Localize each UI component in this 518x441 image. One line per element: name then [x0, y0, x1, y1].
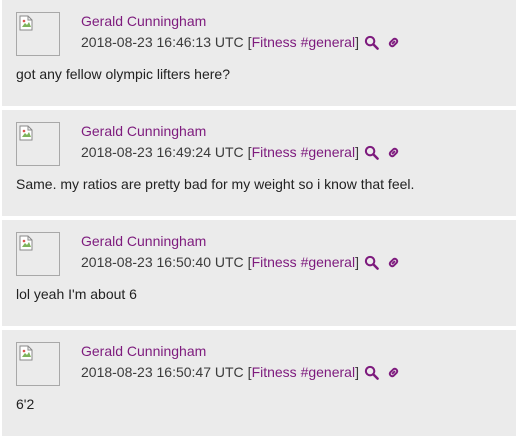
message-post: Gerald Cunningham 2018-08-23 16:49:24 UT…: [2, 110, 516, 216]
avatar[interactable]: [16, 232, 60, 276]
channel-link[interactable]: Fitness #general: [252, 253, 356, 271]
message-body: Same. my ratios are pretty bad for my we…: [16, 176, 415, 192]
broken-image-icon: [19, 235, 33, 251]
channel-link[interactable]: Fitness #general: [252, 33, 356, 51]
channel-link[interactable]: Fitness #general: [252, 363, 356, 381]
avatar[interactable]: [16, 122, 60, 166]
message-post: Gerald Cunningham 2018-08-23 16:46:13 UT…: [2, 0, 516, 106]
avatar[interactable]: [16, 12, 60, 56]
link-icon[interactable]: [385, 33, 403, 51]
message-meta: 2018-08-23 16:50:40 UTC [ Fitness #gener…: [81, 253, 403, 271]
search-icon[interactable]: [363, 253, 381, 271]
link-icon[interactable]: [385, 253, 403, 271]
link-icon[interactable]: [385, 143, 403, 161]
search-icon[interactable]: [363, 363, 381, 381]
broken-image-icon: [19, 345, 33, 361]
timestamp: 2018-08-23 16:50:47 UTC: [81, 364, 244, 380]
message-body: lol yeah I'm about 6: [16, 286, 137, 302]
channel-close-bracket: ]: [355, 144, 359, 160]
channel-close-bracket: ]: [355, 254, 359, 270]
message-post: Gerald Cunningham 2018-08-23 16:50:40 UT…: [2, 220, 516, 326]
link-icon[interactable]: [385, 363, 403, 381]
message-meta: 2018-08-23 16:50:47 UTC [ Fitness #gener…: [81, 363, 403, 381]
author-name[interactable]: Gerald Cunningham: [81, 232, 206, 250]
search-icon[interactable]: [363, 143, 381, 161]
channel-link[interactable]: Fitness #general: [252, 143, 356, 161]
message-feed: Gerald Cunningham 2018-08-23 16:46:13 UT…: [0, 0, 518, 441]
message-post: Gerald Cunningham 2018-08-23 16:50:47 UT…: [2, 330, 516, 436]
timestamp: 2018-08-23 16:49:24 UTC: [81, 144, 244, 160]
broken-image-icon: [19, 125, 33, 141]
message-meta: 2018-08-23 16:49:24 UTC [ Fitness #gener…: [81, 143, 403, 161]
message-body: 6'2: [16, 396, 35, 412]
message-meta: 2018-08-23 16:46:13 UTC [ Fitness #gener…: [81, 33, 403, 51]
avatar[interactable]: [16, 342, 60, 386]
timestamp: 2018-08-23 16:46:13 UTC: [81, 34, 244, 50]
author-name[interactable]: Gerald Cunningham: [81, 122, 206, 140]
channel-close-bracket: ]: [355, 364, 359, 380]
broken-image-icon: [19, 15, 33, 31]
author-name[interactable]: Gerald Cunningham: [81, 12, 206, 30]
author-name[interactable]: Gerald Cunningham: [81, 342, 206, 360]
message-body: got any fellow olympic lifters here?: [16, 66, 230, 82]
channel-close-bracket: ]: [355, 34, 359, 50]
timestamp: 2018-08-23 16:50:40 UTC: [81, 254, 244, 270]
search-icon[interactable]: [363, 33, 381, 51]
